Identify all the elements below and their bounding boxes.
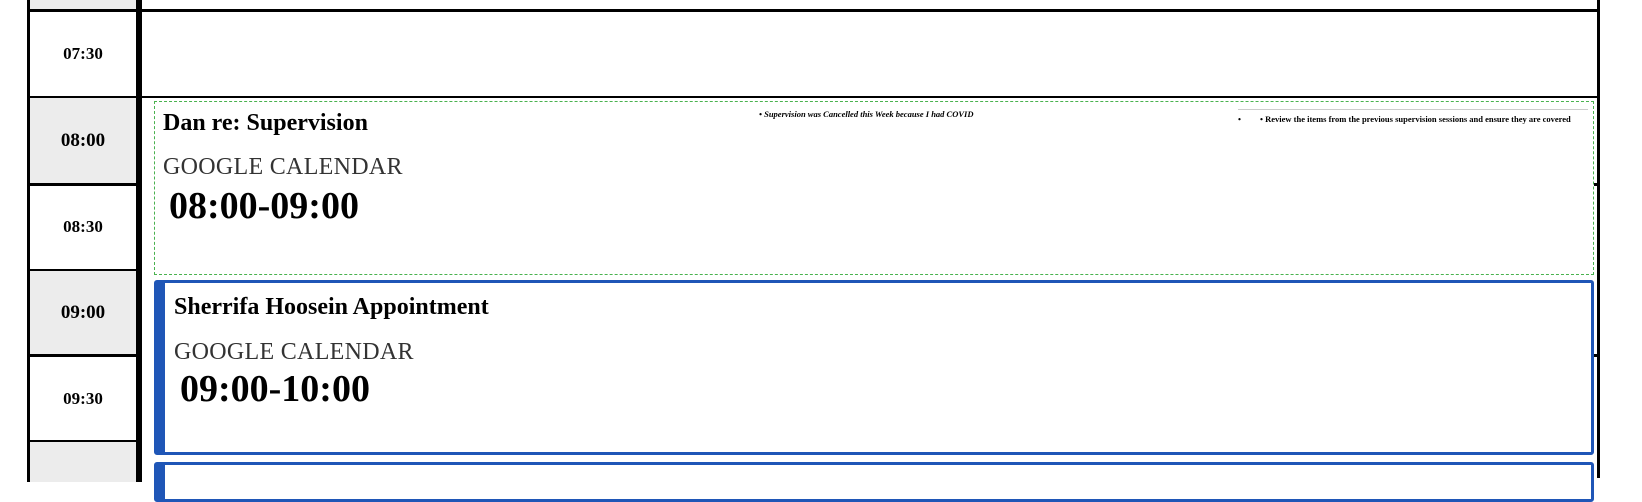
time-slot-0930: 09:30 — [27, 356, 142, 442]
grid-line — [27, 96, 1600, 98]
event-note-right: • • Review the items from the previous su… — [1238, 109, 1588, 124]
event-title: Sherrifa Hoosein Appointment — [174, 294, 489, 320]
time-label: 08:00 — [60, 130, 106, 151]
grid-line — [27, 440, 142, 442]
bullet-icon: • — [1238, 114, 1241, 124]
time-label: 09:30 — [63, 389, 103, 408]
time-slot-0900: 09:00 — [27, 270, 142, 356]
event-time-range: 08:00-09:00 — [169, 185, 359, 227]
event-sherrifa-appointment[interactable]: Sherrifa Hoosein Appointment GOOGLE CALE… — [154, 280, 1594, 455]
event-source: GOOGLE CALENDAR — [163, 154, 403, 180]
event-title: Dan re: Supervision — [163, 110, 368, 136]
event-note-center: • Supervision was Cancelled this Week be… — [759, 109, 974, 119]
event-dan-supervision[interactable]: Dan re: Supervision GOOGLE CALENDAR 08:0… — [154, 101, 1594, 275]
day-column-right-border — [1597, 0, 1600, 478]
time-label: 09:00 — [60, 302, 106, 323]
time-slot-0730: 07:30 — [27, 10, 142, 98]
grid-line — [27, 269, 142, 271]
time-slot-next — [27, 442, 142, 482]
event-next[interactable] — [154, 462, 1594, 502]
note-text: • Review the items from the previous sup… — [1260, 114, 1571, 124]
time-slot-0830: 08:30 — [27, 184, 142, 270]
grid-line — [27, 183, 142, 186]
event-source: GOOGLE CALENDAR — [174, 339, 414, 365]
event-time-range: 09:00-10:00 — [180, 368, 370, 410]
time-label: 08:30 — [63, 217, 103, 236]
calendar-day-view: 07:30 08:00 08:30 09:00 09:30 Dan re: Su… — [0, 0, 1642, 502]
grid-line — [27, 354, 142, 357]
time-slot-0800: 08:00 — [27, 98, 142, 184]
grid-line — [27, 9, 1600, 12]
time-label: 07:30 — [63, 44, 103, 63]
